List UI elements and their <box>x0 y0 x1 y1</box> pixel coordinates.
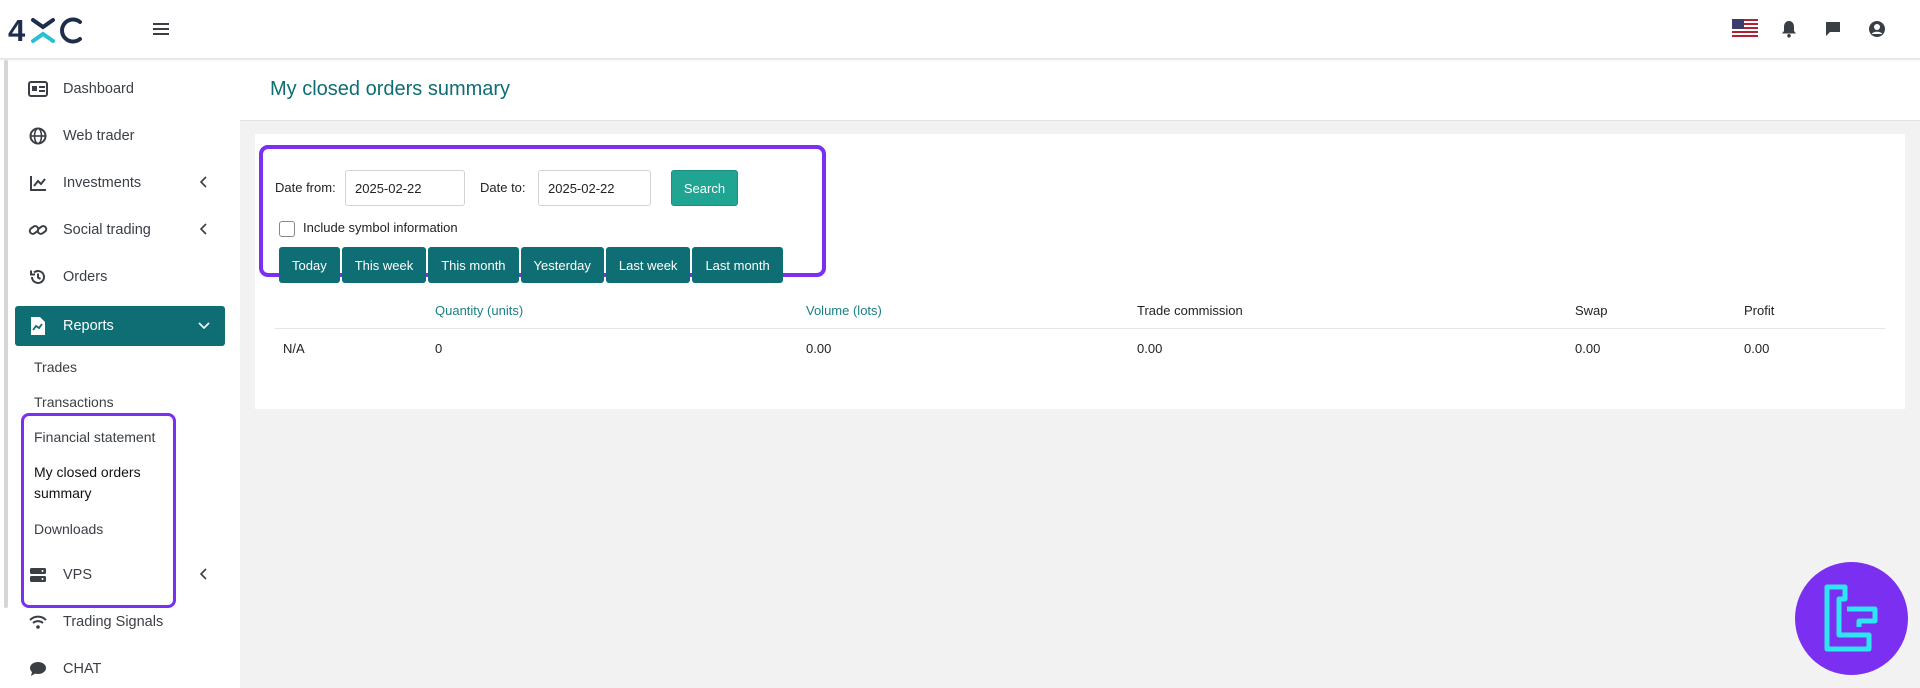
sidebar-item-web-trader[interactable]: Web trader <box>15 116 225 156</box>
last-month-button[interactable]: Last month <box>692 247 783 283</box>
main-content: My closed orders summary Date from: Date… <box>240 60 1920 688</box>
submenu-item-downloads[interactable]: Downloads <box>34 519 103 540</box>
notifications-button[interactable] <box>1776 16 1802 42</box>
date-to-input[interactable] <box>538 170 651 206</box>
sidebar-item-trading-signals[interactable]: Trading Signals <box>15 602 225 642</box>
submenu-item-transactions[interactable]: Transactions <box>34 392 114 413</box>
this-week-button[interactable]: This week <box>341 247 427 283</box>
messages-button[interactable] <box>1820 16 1846 42</box>
svg-text:4: 4 <box>8 14 26 46</box>
filter-panel-highlight: Date from: Date to: Search Include symbo… <box>259 145 826 283</box>
sidebar-item-label: Orders <box>63 269 108 285</box>
sidebar-item-label: VPS <box>63 567 93 583</box>
sidebar-item-social-trading[interactable]: Social trading <box>15 210 225 250</box>
chat-bubble-icon <box>27 658 49 680</box>
include-symbol-checkbox[interactable] <box>279 221 295 237</box>
page-title: My closed orders summary <box>270 78 511 100</box>
wifi-icon <box>27 611 49 633</box>
id-card-icon <box>27 78 49 100</box>
page-header: My closed orders summary <box>240 60 1920 121</box>
date-from-label: Date from: <box>275 180 336 195</box>
4xc-logo-icon: 4 <box>8 14 82 46</box>
tc-logo-icon <box>1824 584 1877 651</box>
chevron-left-icon <box>199 568 207 580</box>
bell-icon <box>1782 21 1796 38</box>
globe-icon <box>27 125 49 147</box>
server-icon <box>27 564 49 586</box>
table-row: N/A 0 0.00 0.00 0.00 0.00 <box>275 330 1885 367</box>
sidebar-item-label: Reports <box>63 318 114 334</box>
cell-volume: 0.00 <box>806 341 832 356</box>
watermark-logo <box>1795 562 1908 675</box>
user-icon <box>1869 21 1885 37</box>
sidebar-item-vps[interactable]: VPS <box>15 555 225 595</box>
chart-line-icon <box>27 172 49 194</box>
menu-toggle-button[interactable] <box>150 18 172 40</box>
sidebar-item-dashboard[interactable]: Dashboard <box>15 69 225 109</box>
sidebar-item-label: CHAT <box>63 661 102 677</box>
brand-logo[interactable]: 4 <box>8 12 100 48</box>
column-header-volume[interactable]: Volume (lots) <box>806 303 882 318</box>
submenu-item-my-closed-orders-summary[interactable]: My closed orders summary <box>34 462 154 504</box>
us-flag-icon <box>1732 19 1758 39</box>
column-header-swap: Swap <box>1575 303 1608 318</box>
date-to-label: Date to: <box>480 180 526 195</box>
hamburger-icon <box>153 23 169 35</box>
cell-trade-commission: 0.00 <box>1137 341 1163 356</box>
link-icon <box>27 219 49 241</box>
chevron-left-icon <box>199 223 207 235</box>
chevron-down-icon <box>198 322 210 330</box>
summary-card: Date from: Date to: Search Include symbo… <box>255 134 1905 409</box>
column-header-profit: Profit <box>1744 303 1775 318</box>
chat-icon <box>1826 22 1840 36</box>
sidebar-item-reports[interactable]: Reports <box>15 306 225 346</box>
column-header-quantity[interactable]: Quantity (units) <box>435 303 523 318</box>
sidebar-item-label: Web trader <box>63 128 135 144</box>
submenu-item-financial-statement[interactable]: Financial statement <box>34 427 155 448</box>
last-week-button[interactable]: Last week <box>605 247 691 283</box>
cell-swap: 0.00 <box>1575 341 1601 356</box>
cell-profit: 0.00 <box>1744 341 1770 356</box>
quick-range-group: Today This week This month Yesterday Las… <box>279 247 783 283</box>
sidebar-item-label: Investments <box>63 175 142 191</box>
cell-quantity: 0 <box>435 341 443 356</box>
this-month-button[interactable]: This month <box>428 247 519 283</box>
submenu-item-trades[interactable]: Trades <box>34 357 77 378</box>
sidebar-item-investments[interactable]: Investments <box>15 163 225 203</box>
language-selector[interactable] <box>1732 16 1758 42</box>
date-from-input[interactable] <box>345 170 465 206</box>
search-button[interactable]: Search <box>671 170 738 206</box>
top-bar: 4 <box>0 0 1920 59</box>
history-icon <box>27 266 49 288</box>
sidebar-item-label: Social trading <box>63 222 151 238</box>
chevron-left-icon <box>199 176 207 188</box>
today-button[interactable]: Today <box>279 247 340 283</box>
yesterday-button[interactable]: Yesterday <box>520 247 604 283</box>
profile-button[interactable] <box>1864 16 1890 42</box>
sidebar-item-label: Dashboard <box>63 81 134 97</box>
sidebar-item-orders[interactable]: Orders <box>15 257 225 297</box>
sidebar-item-label: Trading Signals <box>63 614 164 630</box>
cell-symbol: N/A <box>283 341 305 356</box>
sidebar: Dashboard Web trader Investments Social … <box>0 60 240 688</box>
table-header: Quantity (units) Volume (lots) Trade com… <box>275 292 1885 329</box>
sidebar-scrollbar[interactable] <box>4 60 8 608</box>
column-header-trade-commission: Trade commission <box>1137 303 1243 318</box>
include-symbol-label: Include symbol information <box>303 220 458 235</box>
sidebar-item-chat[interactable]: CHAT <box>15 649 225 688</box>
file-chart-icon <box>27 315 49 337</box>
